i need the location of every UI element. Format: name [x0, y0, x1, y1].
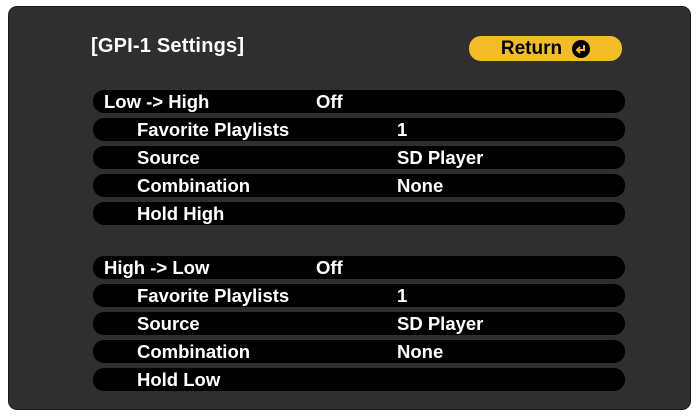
setting-value: SD Player	[397, 147, 484, 168]
return-button-label: Return	[500, 37, 563, 59]
section-header-label: High -> Low	[104, 257, 210, 278]
setting-value: None	[397, 175, 444, 196]
setting-row-source[interactable]: Source SD Player	[93, 312, 625, 335]
high-to-low-panel: High -> Low Off Favorite Playlists 1 Sou…	[93, 256, 625, 396]
setting-label: Combination	[137, 175, 251, 196]
enter-icon	[572, 39, 591, 58]
setting-row-favorite-playlists[interactable]: Favorite Playlists 1	[93, 118, 625, 141]
low-to-high-panel: Low -> High Off Favorite Playlists 1 Sou…	[93, 90, 625, 230]
return-button[interactable]: Return	[469, 36, 622, 61]
setting-row-source[interactable]: Source SD Player	[93, 146, 625, 169]
setting-label: Source	[137, 147, 200, 168]
setting-row-combination[interactable]: Combination None	[93, 174, 625, 197]
setting-label: Combination	[137, 341, 251, 362]
setting-label: Favorite Playlists	[137, 285, 290, 306]
setting-row-favorite-playlists[interactable]: Favorite Playlists 1	[93, 284, 625, 307]
setting-row-hold-low[interactable]: Hold Low	[93, 368, 625, 391]
setting-value: 1	[397, 119, 408, 140]
setting-label: Source	[137, 313, 200, 334]
setting-row-combination[interactable]: Combination None	[93, 340, 625, 363]
setting-label: Favorite Playlists	[137, 119, 290, 140]
section-header-row[interactable]: Low -> High Off	[93, 90, 625, 113]
section-header-row[interactable]: High -> Low Off	[93, 256, 625, 279]
setting-value: None	[397, 341, 444, 362]
setting-value: SD Player	[397, 313, 484, 334]
settings-screen: [GPI-1 Settings] Return Low -> High Off …	[8, 6, 691, 410]
setting-value: 1	[397, 285, 408, 306]
section-header-value: Off	[316, 257, 343, 278]
section-header-label: Low -> High	[104, 91, 210, 112]
setting-label: Hold Low	[137, 369, 221, 390]
page-title: [GPI-1 Settings]	[91, 35, 245, 57]
section-header-value: Off	[316, 91, 343, 112]
setting-row-hold-high[interactable]: Hold High	[93, 202, 625, 225]
setting-label: Hold High	[137, 203, 225, 224]
